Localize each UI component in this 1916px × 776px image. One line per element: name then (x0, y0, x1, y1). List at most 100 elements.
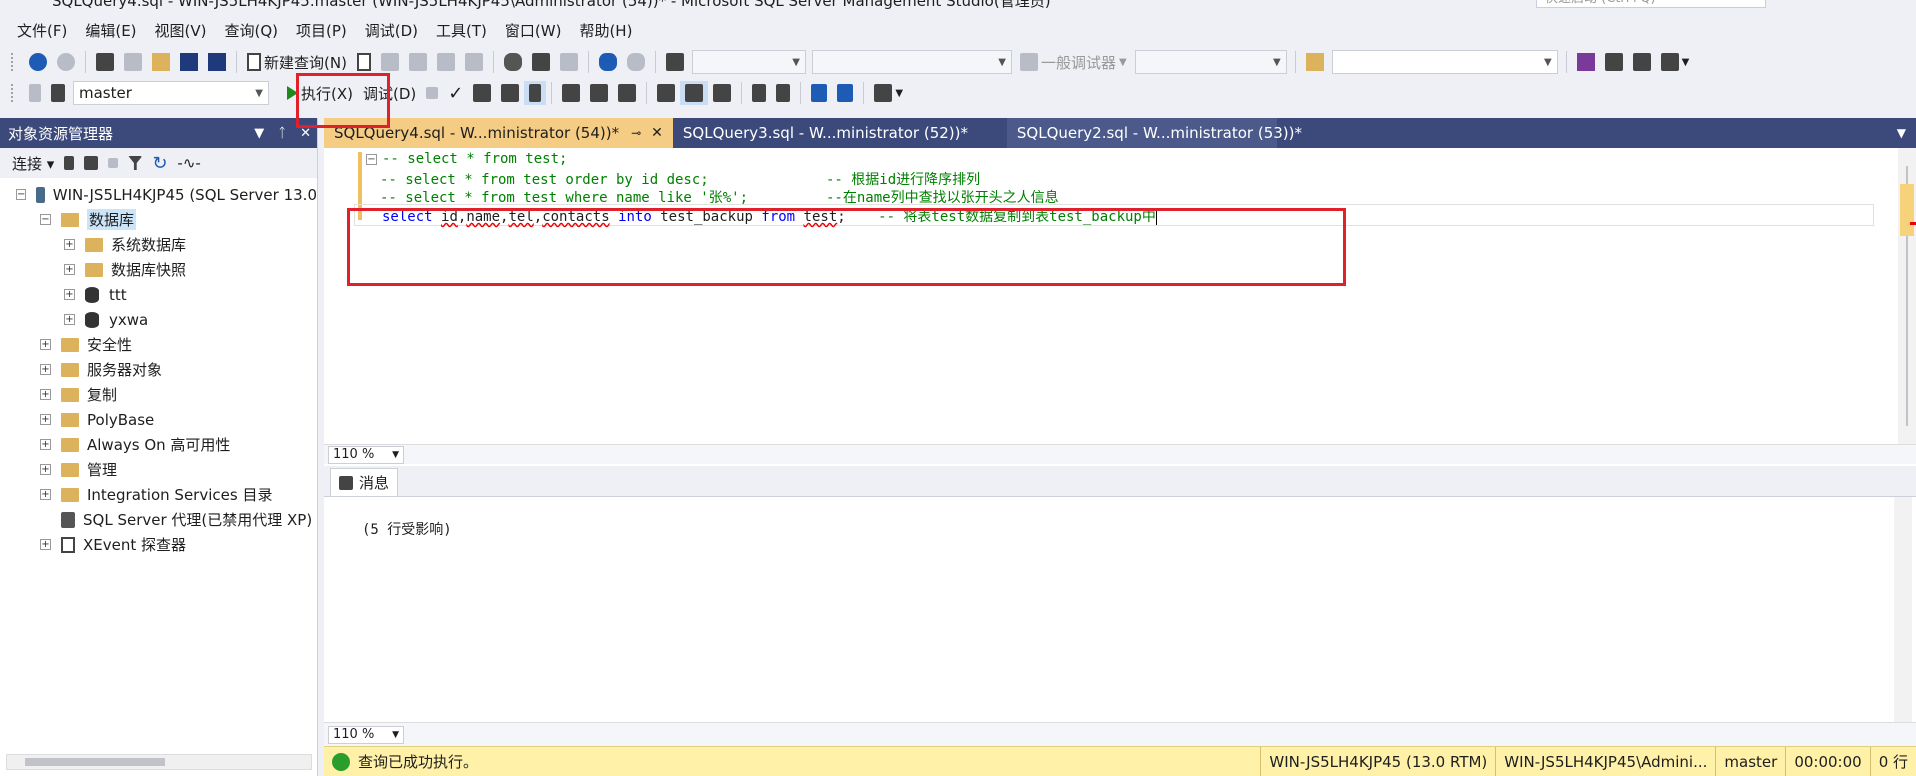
panel-menu-icon[interactable]: ▼ (254, 126, 264, 141)
menu-help[interactable]: 帮助(H) (570, 20, 641, 41)
expand-icon[interactable]: + (64, 264, 75, 275)
results-to-file-button[interactable] (708, 81, 736, 105)
tree-node-management[interactable]: + 管理 (0, 457, 317, 482)
mdx-query-button[interactable] (376, 50, 404, 74)
expand-icon[interactable]: + (64, 289, 75, 300)
expand-icon[interactable]: + (40, 389, 51, 400)
menu-edit[interactable]: 编辑(E) (76, 20, 145, 41)
expand-icon[interactable]: + (40, 464, 51, 475)
back-button[interactable] (24, 50, 52, 74)
expand-icon[interactable]: + (64, 314, 75, 325)
tree-node-databases[interactable]: − 数据库 (0, 207, 317, 232)
new-project-button[interactable] (91, 50, 119, 74)
quick-launch-input[interactable]: 快速启动 (Ctrl+Q) (1536, 0, 1766, 8)
menu-file[interactable]: 文件(F) (8, 20, 76, 41)
tree-node-always-on[interactable]: + Always On 高可用性 (0, 432, 317, 457)
save-button[interactable] (175, 50, 203, 74)
menu-window[interactable]: 窗口(W) (496, 20, 571, 41)
intellisense-button[interactable] (524, 81, 547, 105)
menu-query[interactable]: 查询(Q) (216, 20, 288, 41)
solution-platform-combo[interactable]: ▼ (811, 50, 1012, 74)
toolbar-grip[interactable] (10, 52, 14, 72)
database-select[interactable]: master ▼ (73, 81, 269, 105)
sql-editor[interactable]: − -- select * from test; -- select * fro… (324, 148, 1916, 444)
expand-icon[interactable]: + (40, 539, 51, 550)
disconnect-icon[interactable] (84, 156, 99, 170)
undo-button[interactable] (594, 50, 622, 74)
tab-sqlquery4[interactable]: SQLQuery4.sql - W...ministrator (54))* ⊸… (324, 118, 673, 148)
expand-icon[interactable]: + (40, 339, 51, 350)
cancel-query-button[interactable] (421, 81, 443, 105)
tree-node-xevent[interactable]: + XEvent 探查器 (0, 532, 317, 557)
decrease-indent-button[interactable] (806, 81, 832, 105)
increase-indent-button[interactable] (832, 81, 858, 105)
connect-object-icon[interactable] (64, 156, 75, 170)
pin-icon[interactable]: ⊸ (631, 126, 641, 140)
debug-button[interactable]: 调试(D) (358, 81, 421, 105)
activity-monitor-button[interactable] (661, 50, 689, 74)
toolbox-button[interactable] (1628, 50, 1656, 74)
dax-query-button[interactable] (460, 50, 488, 74)
toolbar-grip[interactable] (10, 83, 14, 103)
messages-vscroll[interactable] (1894, 497, 1912, 723)
parse-button[interactable]: ✓ (443, 81, 468, 105)
uncomment-button[interactable] (771, 81, 795, 105)
execute-button[interactable]: 执行(X) (282, 81, 358, 105)
activity-icon[interactable]: -∿- (177, 154, 200, 172)
tab-sqlquery3[interactable]: SQLQuery3.sql - W...ministrator (52))* (673, 118, 1007, 148)
tree-node-db-yxwa[interactable]: + yxwa (0, 307, 317, 332)
properties-button[interactable] (1600, 50, 1628, 74)
dmx-query-button[interactable] (404, 50, 432, 74)
open-file-button[interactable] (147, 50, 175, 74)
tab-list-dropdown-icon[interactable]: ▼ (1897, 126, 1906, 140)
search-combo[interactable]: ▼ (1331, 50, 1558, 74)
results-to-text-button[interactable] (652, 81, 680, 105)
tree-node-sql-agent[interactable]: SQL Server 代理(已禁用代理 XP) (0, 507, 317, 532)
client-stats-button[interactable] (613, 81, 641, 105)
tree-node-db-ttt[interactable]: + ttt (0, 282, 317, 307)
copy-button[interactable] (527, 50, 555, 74)
add-item-button[interactable] (119, 50, 147, 74)
menu-tools[interactable]: 工具(T) (427, 20, 496, 41)
scroll-thumb[interactable] (25, 758, 165, 766)
db-engine-query-button[interactable] (352, 50, 376, 74)
object-explorer-hscroll[interactable] (6, 754, 312, 770)
close-icon[interactable]: ✕ (651, 125, 663, 141)
debug-target-combo[interactable]: ▼ (1134, 50, 1287, 74)
menu-project[interactable]: 项目(P) (287, 20, 356, 41)
specify-values-button[interactable]: ▼ (869, 81, 908, 105)
display-plan-button[interactable] (468, 81, 496, 105)
redo-button[interactable] (622, 50, 650, 74)
new-query-button[interactable]: 新建查询(N) (242, 50, 352, 74)
results-to-grid-button[interactable] (680, 81, 709, 105)
tree-node-db-snapshots[interactable]: + 数据库快照 (0, 257, 317, 282)
expand-icon[interactable]: + (40, 439, 51, 450)
expand-icon[interactable]: + (64, 239, 75, 250)
query-designer-button[interactable] (496, 81, 524, 105)
find-in-files-button[interactable] (1301, 50, 1329, 74)
tab-messages[interactable]: 消息 (330, 468, 399, 496)
tree-node-polybase[interactable]: + PolyBase (0, 407, 317, 432)
menu-view[interactable]: 视图(V) (146, 20, 216, 41)
paste-button[interactable] (555, 50, 583, 74)
expand-icon[interactable]: + (40, 364, 51, 375)
refresh-icon[interactable]: ↻ (152, 153, 167, 174)
vs-button[interactable] (1572, 50, 1600, 74)
collapse-icon[interactable]: − (16, 189, 27, 200)
stop-icon[interactable] (108, 158, 119, 168)
tree-node-integration-services[interactable]: + Integration Services 目录 (0, 482, 317, 507)
tree-node-server-objects[interactable]: + 服务器对象 (0, 357, 317, 382)
live-stats-button[interactable] (585, 81, 613, 105)
close-icon[interactable]: ✕ (300, 126, 311, 141)
solution-config-combo[interactable]: ▼ (691, 50, 806, 74)
tab-sqlquery2[interactable]: SQLQuery2.sql - W...ministrator (53))* (1006, 118, 1302, 148)
actual-plan-button[interactable] (557, 81, 585, 105)
save-all-button[interactable] (203, 50, 231, 74)
connect-dropdown[interactable]: 连接 ▾ (12, 153, 54, 174)
cut-button[interactable] (499, 50, 527, 74)
tree-node-security[interactable]: + 安全性 (0, 332, 317, 357)
editor-vscroll[interactable] (1898, 148, 1916, 444)
comment-button[interactable] (747, 81, 771, 105)
messages-pane[interactable]: (5 行受影响) (324, 496, 1916, 723)
collapse-icon[interactable]: − (366, 154, 377, 165)
